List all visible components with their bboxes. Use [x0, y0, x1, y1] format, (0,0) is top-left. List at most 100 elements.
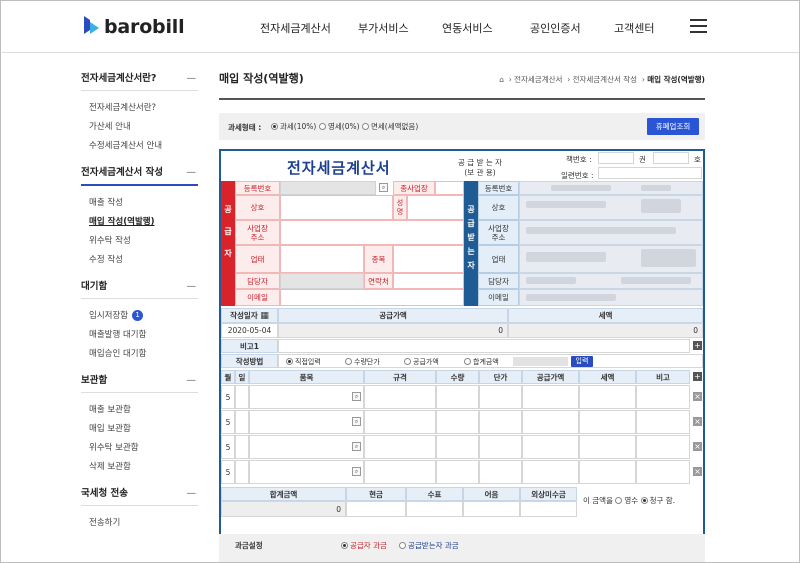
credit-field[interactable]: [520, 501, 577, 517]
row-item-field[interactable]: [249, 410, 364, 434]
lnb-item-about[interactable]: 전자세금계산서란?: [81, 99, 198, 118]
search-icon[interactable]: ⌕: [352, 467, 361, 476]
row-price-field[interactable]: [479, 435, 522, 459]
lnb-item-deleted-storage[interactable]: 삭제 보관함: [81, 458, 198, 477]
gnb-tax-invoice[interactable]: 전자세금계산서: [260, 20, 331, 36]
breadcrumb-item[interactable]: 전자세금계산서 작성: [573, 75, 637, 84]
row-tax-field[interactable]: [579, 460, 636, 484]
closure-check-button[interactable]: 휴폐업조회: [647, 118, 699, 135]
row-month-field[interactable]: 5: [221, 460, 235, 484]
row-spec-field[interactable]: [364, 435, 436, 459]
lnb-item-send[interactable]: 전송하기: [81, 514, 198, 533]
serial-input[interactable]: [598, 167, 702, 179]
fee-supplier-option[interactable]: 공급자 과금: [341, 540, 387, 551]
method-qty-price[interactable]: 수량단가: [345, 357, 380, 367]
row-qty-field[interactable]: [436, 435, 479, 459]
gnb-integration[interactable]: 연동서비스: [442, 20, 493, 36]
row-tax-field[interactable]: [579, 435, 636, 459]
row-spec-field[interactable]: [364, 385, 436, 409]
lnb-item-modify-write[interactable]: 수정 작성: [81, 251, 198, 270]
row-item-field[interactable]: [249, 460, 364, 484]
delete-row-icon[interactable]: ×: [693, 417, 702, 426]
row-price-field[interactable]: [479, 385, 522, 409]
row-item-field[interactable]: [249, 385, 364, 409]
row-day-field[interactable]: [235, 435, 249, 459]
radio-icon[interactable]: [399, 542, 406, 549]
lnb-item-purchase-storage[interactable]: 매입 보관함: [81, 420, 198, 439]
delete-row-icon[interactable]: ×: [693, 467, 702, 476]
calendar-icon[interactable]: ▦: [260, 311, 269, 321]
barobill-logo[interactable]: barobill: [82, 16, 185, 38]
claim-option[interactable]: 청구: [640, 496, 663, 505]
radio-icon[interactable]: [345, 358, 352, 365]
row-month-field[interactable]: 5: [221, 435, 235, 459]
row-month-field[interactable]: 5: [221, 385, 235, 409]
receiver-regno-field[interactable]: [519, 181, 703, 195]
collapse-icon[interactable]: —: [187, 483, 197, 505]
method-total[interactable]: 합계금액: [464, 357, 499, 367]
tax-type-exempt[interactable]: 면세(세액없음): [362, 121, 418, 132]
method-amount-input[interactable]: [513, 357, 568, 366]
hamburger-menu-icon[interactable]: [690, 19, 707, 33]
lnb-item-modify-guide[interactable]: 수정세금계산서 안내: [81, 137, 198, 156]
add-row-icon[interactable]: +: [693, 372, 702, 381]
cash-field[interactable]: [346, 501, 406, 517]
supplier-address-field[interactable]: [280, 220, 464, 245]
row-spec-field[interactable]: [364, 460, 436, 484]
search-icon[interactable]: ⌕: [352, 442, 361, 451]
row-price-field[interactable]: [479, 460, 522, 484]
method-direct[interactable]: 직접입력: [286, 357, 321, 367]
row-supply-field[interactable]: [522, 460, 579, 484]
lnb-section-write[interactable]: 전자세금계산서 작성 —: [81, 162, 198, 184]
tax-type-zero[interactable]: 영세(0%): [319, 121, 360, 132]
add-note-icon[interactable]: +: [693, 341, 702, 350]
radio-icon[interactable]: [464, 358, 471, 365]
radio-checked-icon[interactable]: [286, 358, 293, 365]
lnb-section-nts[interactable]: 국세청 전송 —: [81, 483, 198, 505]
row-tax-field[interactable]: [579, 410, 636, 434]
supplier-bizitem-field[interactable]: [393, 245, 464, 273]
gnb-customer-center[interactable]: 고객센터: [614, 20, 654, 36]
row-remark-field[interactable]: [636, 460, 690, 484]
receipt-option[interactable]: 영수: [615, 496, 638, 505]
tax-amount-field[interactable]: 0: [508, 323, 703, 338]
bill-field[interactable]: [463, 501, 520, 517]
supplier-ceo-field[interactable]: [407, 195, 464, 220]
method-input-button[interactable]: 입력: [571, 356, 593, 367]
supplier-manager-field[interactable]: [280, 273, 364, 289]
lnb-item-sales-waiting[interactable]: 매출발행 대기함: [81, 326, 198, 345]
search-icon[interactable]: ⌕: [352, 417, 361, 426]
note-field[interactable]: [278, 339, 690, 353]
lnb-item-temp-save[interactable]: 임시저장함 1: [81, 307, 198, 326]
radio-checked-icon[interactable]: [640, 497, 648, 504]
tax-type-taxable[interactable]: 과세(10%): [271, 121, 316, 132]
method-supply[interactable]: 공급가액: [404, 357, 439, 367]
search-icon[interactable]: ⌕: [352, 392, 361, 401]
search-icon[interactable]: ⌕: [379, 183, 388, 192]
row-day-field[interactable]: [235, 460, 249, 484]
radio-icon[interactable]: [404, 358, 411, 365]
lnb-item-consign-write[interactable]: 위수탁 작성: [81, 232, 198, 251]
row-remark-field[interactable]: [636, 385, 690, 409]
supplier-email-field[interactable]: [280, 289, 464, 306]
row-supply-field[interactable]: [522, 410, 579, 434]
total-amount-field[interactable]: 0: [221, 501, 346, 517]
lnb-section-about[interactable]: 전자세금계산서란? —: [81, 68, 198, 90]
lnb-section-waiting[interactable]: 대기함 —: [81, 276, 198, 298]
breadcrumb-item[interactable]: 전자세금계산서: [514, 75, 562, 84]
lnb-item-penalty[interactable]: 가산세 안내: [81, 118, 198, 137]
lnb-section-storage[interactable]: 보관함 —: [81, 370, 198, 392]
supplier-biztype-field[interactable]: [280, 245, 364, 273]
home-icon[interactable]: ⌂: [499, 75, 504, 84]
supplier-branch-field[interactable]: [435, 181, 464, 195]
row-day-field[interactable]: [235, 410, 249, 434]
lnb-item-consign-storage[interactable]: 위수탁 보관함: [81, 439, 198, 458]
row-qty-field[interactable]: [436, 385, 479, 409]
lnb-item-purchase-waiting[interactable]: 매입승인 대기함: [81, 345, 198, 364]
lnb-item-sales-storage[interactable]: 매출 보관함: [81, 401, 198, 420]
collapse-icon[interactable]: —: [187, 370, 197, 392]
book-ho-input[interactable]: [653, 152, 689, 164]
lnb-item-purchase-write[interactable]: 매입 작성(역발행): [81, 213, 198, 232]
lnb-item-sales-write[interactable]: 매출 작성: [81, 194, 198, 213]
gnb-certificate[interactable]: 공인인증서: [530, 20, 581, 36]
